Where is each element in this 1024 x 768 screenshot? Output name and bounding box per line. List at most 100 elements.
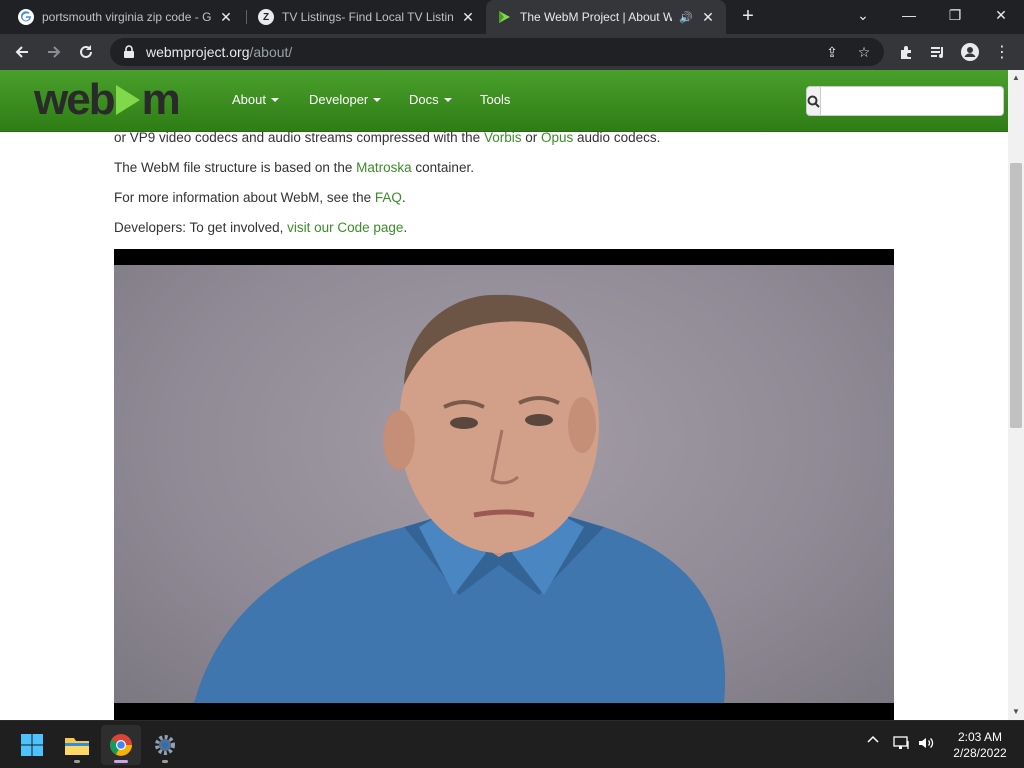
url-text: webmproject.org/about/ <box>146 44 292 60</box>
paragraph-faq: For more information about WebM, see the… <box>114 190 894 220</box>
forward-button[interactable] <box>40 38 68 66</box>
file-explorer-icon[interactable] <box>57 725 97 765</box>
paragraph-file-structure: The WebM file structure is based on the … <box>114 160 894 190</box>
tab-separator <box>246 10 247 24</box>
new-tab-button[interactable]: + <box>738 6 758 28</box>
logo-text-m: m <box>141 75 181 124</box>
tab-webm-about[interactable]: The WebM Project | About W 🔊 ✕ <box>486 0 726 34</box>
search-icon <box>807 95 820 108</box>
matroska-link[interactable]: Matroska <box>356 160 412 175</box>
page-viewport: or VP9 video codecs and audio streams co… <box>0 70 1024 720</box>
nav-developer[interactable]: Developer <box>309 92 382 107</box>
bookmark-star-icon[interactable]: ☆ <box>852 42 876 62</box>
text: container. <box>411 160 474 175</box>
close-icon[interactable]: ✕ <box>460 9 476 25</box>
volume-icon[interactable] <box>916 735 936 751</box>
back-button[interactable] <box>8 38 36 66</box>
webm-icon <box>496 9 512 25</box>
text: audio codecs. <box>573 130 661 145</box>
tab-title: The WebM Project | About W <box>520 10 672 24</box>
arrow-left-icon <box>15 46 28 58</box>
paragraph-developers: Developers: To get involved, visit our C… <box>114 220 894 250</box>
video-player[interactable] <box>114 249 894 720</box>
tab-title: portsmouth virginia zip code - G <box>42 10 212 24</box>
text: or <box>521 130 541 145</box>
media-control-icon[interactable] <box>924 38 952 66</box>
reload-button[interactable] <box>72 38 100 66</box>
minimize-button[interactable]: — <box>886 0 932 30</box>
caret-down-icon <box>270 97 279 102</box>
text: For more information about WebM, see the <box>114 190 375 205</box>
nav-label: Docs <box>409 92 439 107</box>
clock-date: 2/28/2022 <box>953 746 1007 760</box>
paragraph-codecs: or VP9 video codecs and audio streams co… <box>114 130 894 160</box>
extensions-icon[interactable] <box>892 38 920 66</box>
vorbis-link[interactable]: Vorbis <box>484 130 522 145</box>
search-button[interactable] <box>806 86 821 116</box>
search-input[interactable] <box>821 86 1004 116</box>
nav-about[interactable]: About <box>232 92 279 107</box>
tab-tv-listings[interactable]: Z TV Listings- Find Local TV Listing ✕ <box>248 0 486 34</box>
tab-strip: portsmouth virginia zip code - G ✕ Z TV … <box>0 0 1024 34</box>
tab-search-button[interactable]: ⌄ <box>840 0 886 30</box>
tab-title: TV Listings- Find Local TV Listing <box>282 10 454 24</box>
logo-text-web: web <box>34 75 116 124</box>
text: . <box>401 190 406 205</box>
z-icon: Z <box>258 9 274 25</box>
google-icon <box>18 9 34 25</box>
tab-google-search[interactable]: portsmouth virginia zip code - G ✕ <box>8 0 244 34</box>
faq-link[interactable]: FAQ <box>375 190 402 205</box>
chrome-icon[interactable] <box>101 725 141 765</box>
running-indicator <box>162 760 168 763</box>
nav-label: Tools <box>480 92 511 107</box>
running-indicator <box>74 760 80 763</box>
url-host: webmproject.org <box>146 44 250 60</box>
site-header: web m About Developer Docs Tools <box>0 70 1008 132</box>
lock-icon[interactable] <box>122 45 136 59</box>
site-search <box>806 86 1004 116</box>
text: or VP9 video codecs and audio streams co… <box>114 130 484 145</box>
webm-logo[interactable]: web m <box>34 75 181 124</box>
scroll-down-arrow-icon[interactable]: ▼ <box>1008 704 1024 718</box>
restore-button[interactable]: ❐ <box>932 0 978 30</box>
text: . <box>403 220 408 235</box>
arrow-right-icon <box>48 46 61 58</box>
reload-icon <box>80 45 92 58</box>
network-icon[interactable] <box>892 735 912 751</box>
video-letterbox <box>114 703 894 720</box>
nav-label: About <box>232 92 266 107</box>
nav-docs[interactable]: Docs <box>409 92 452 107</box>
play-icon <box>115 85 140 115</box>
video-frame[interactable] <box>114 265 894 703</box>
close-window-button[interactable]: ✕ <box>978 0 1024 30</box>
caret-down-icon <box>373 97 382 102</box>
scrollbar-thumb[interactable] <box>1010 163 1022 428</box>
address-bar[interactable]: webmproject.org/about/ ⇪ ☆ <box>110 38 884 66</box>
share-icon[interactable]: ⇪ <box>820 42 844 62</box>
menu-kebab-icon[interactable]: ⋮ <box>988 38 1016 66</box>
text: The WebM file structure is based on the <box>114 160 357 175</box>
text: Developers: To get involved, <box>114 220 288 235</box>
close-icon[interactable]: ✕ <box>218 9 234 25</box>
profile-avatar-icon[interactable] <box>956 38 984 66</box>
windows-taskbar: 2:03 AM 2/28/2022 <box>0 720 1024 768</box>
speaker-icon[interactable]: 🔊 <box>678 9 694 25</box>
system-clock[interactable]: 2:03 AM 2/28/2022 <box>944 729 1016 761</box>
running-indicator <box>114 760 128 763</box>
code-page-link[interactable]: visit our Code page <box>287 220 403 235</box>
browser-toolbar: webmproject.org/about/ ⇪ ☆ ⋮ <box>0 34 1024 70</box>
settings-icon[interactable] <box>145 725 185 765</box>
scroll-up-arrow-icon[interactable]: ▲ <box>1008 70 1024 84</box>
about-content: or VP9 video codecs and audio streams co… <box>114 130 894 250</box>
nav-label: Developer <box>309 92 369 107</box>
close-icon[interactable]: ✕ <box>700 9 716 25</box>
show-hidden-icons-chevron-icon[interactable] <box>864 735 882 743</box>
nav-tools[interactable]: Tools <box>480 92 510 107</box>
page-scrollbar[interactable]: ▲ ▼ <box>1008 70 1024 720</box>
windows-start-icon[interactable] <box>12 725 52 765</box>
opus-link[interactable]: Opus <box>541 130 573 145</box>
clock-time: 2:03 AM <box>957 730 1003 744</box>
url-path: /about/ <box>249 44 293 60</box>
speaker-person-image <box>194 294 726 703</box>
caret-down-icon <box>443 97 452 102</box>
